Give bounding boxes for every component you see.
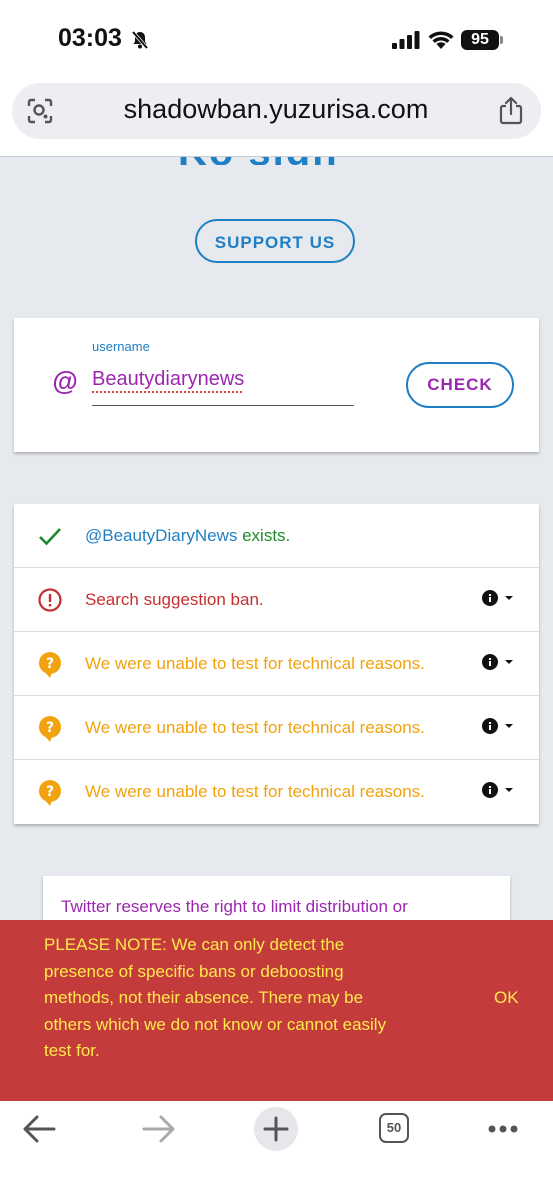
- svg-text:?: ?: [46, 784, 54, 800]
- lens-icon[interactable]: [26, 97, 54, 125]
- svg-text:?: ?: [46, 656, 54, 672]
- result-exists-text: exists.: [237, 526, 291, 545]
- error-icon: [38, 588, 62, 612]
- svg-text:?: ?: [46, 720, 54, 736]
- back-arrow-icon[interactable]: [22, 1114, 56, 1144]
- caret-down-icon: [505, 660, 513, 664]
- result-row-unknown[interactable]: ? We were unable to test for technical r…: [14, 632, 539, 696]
- battery-tip: [500, 36, 503, 44]
- checkmark-icon: [39, 528, 61, 546]
- results-card: @BeautyDiaryNews exists. Search suggesti…: [14, 504, 539, 824]
- username-label: username: [92, 339, 150, 354]
- logo-clipped: Ko sign: [0, 157, 553, 165]
- notice-text: PLEASE NOTE: We can only detect the pres…: [44, 935, 387, 1060]
- info-dropdown[interactable]: [482, 654, 516, 670]
- result-row-search-suggestion[interactable]: Search suggestion ban.: [14, 568, 539, 632]
- info-icon: [482, 654, 498, 670]
- result-row-exists: @BeautyDiaryNews exists.: [14, 504, 539, 568]
- note-text: Twitter reserves the right to limit dist…: [61, 897, 408, 916]
- forward-arrow-icon[interactable]: [142, 1114, 176, 1144]
- plus-icon: [263, 1116, 289, 1142]
- url-text[interactable]: shadowban.yuzurisa.com: [70, 94, 482, 125]
- result-handle[interactable]: @BeautyDiaryNews: [85, 526, 237, 545]
- wifi-icon: [428, 31, 454, 49]
- username-input[interactable]: Beautydiarynews: [92, 368, 244, 391]
- signal-icon: [392, 31, 420, 49]
- question-bubble-icon: ?: [39, 652, 61, 678]
- caret-down-icon: [505, 596, 513, 600]
- result-text: We were unable to test for technical rea…: [85, 782, 425, 801]
- question-bubble-icon: ?: [39, 780, 61, 806]
- tabs-count-button[interactable]: 50: [379, 1113, 409, 1143]
- ok-button[interactable]: OK: [494, 988, 519, 1008]
- at-icon: @: [52, 366, 78, 396]
- check-button[interactable]: CHECK: [406, 362, 514, 408]
- question-bubble-icon: ?: [39, 716, 61, 742]
- support-us-button[interactable]: SUPPORT US: [195, 219, 355, 263]
- result-row-unknown[interactable]: ? We were unable to test for technical r…: [14, 760, 539, 824]
- more-options-icon[interactable]: [487, 1123, 519, 1135]
- status-time: 03:03: [58, 24, 122, 52]
- result-text: Search suggestion ban.: [85, 590, 264, 609]
- result-row-unknown[interactable]: ? We were unable to test for technical r…: [14, 696, 539, 760]
- bell-muted-icon: [131, 30, 149, 50]
- caret-down-icon: [505, 724, 513, 728]
- caret-down-icon: [505, 788, 513, 792]
- info-dropdown[interactable]: [482, 718, 516, 734]
- share-icon[interactable]: [498, 95, 524, 125]
- logo-text: Ko sign: [178, 157, 339, 165]
- username-underline: [92, 405, 354, 406]
- result-text: @BeautyDiaryNews exists.: [85, 526, 290, 546]
- result-text: We were unable to test for technical rea…: [85, 654, 425, 673]
- result-text: We were unable to test for technical rea…: [85, 718, 425, 737]
- info-icon: [482, 590, 498, 606]
- info-icon: [482, 782, 498, 798]
- info-icon: [482, 718, 498, 734]
- info-dropdown[interactable]: [482, 782, 516, 798]
- info-dropdown[interactable]: [482, 590, 516, 606]
- battery-indicator: 95: [461, 30, 499, 50]
